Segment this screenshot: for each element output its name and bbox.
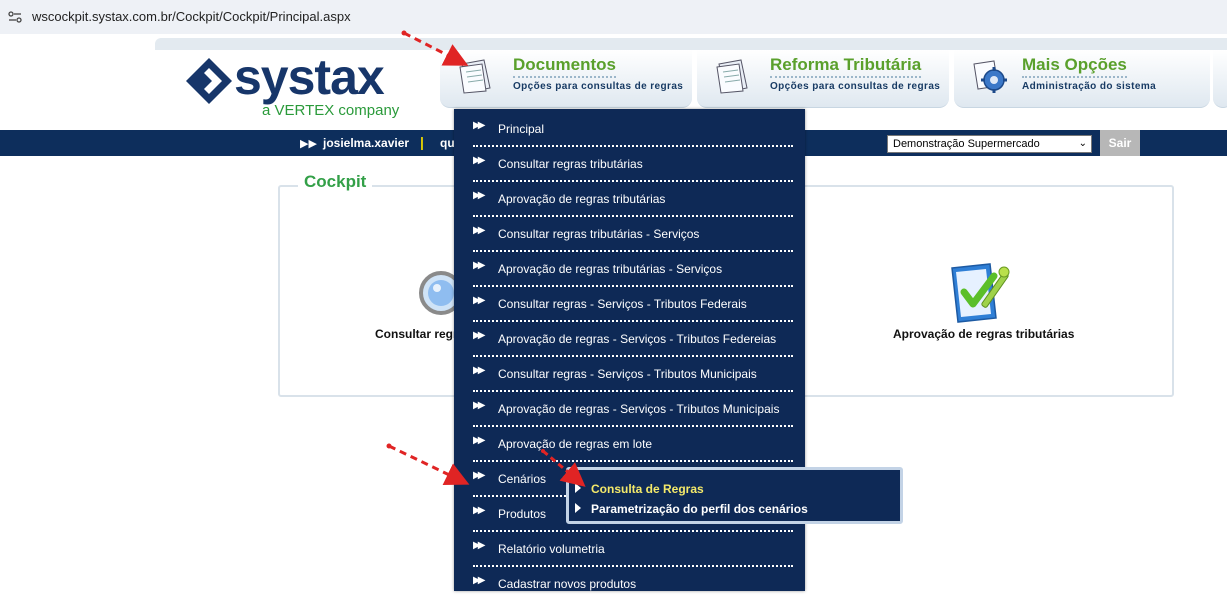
submenu-item-label: Consulta de Regras [591, 482, 704, 496]
double-arrow-icon: ▶▶ [473, 295, 486, 306]
company-select[interactable]: Demonstração Supermercado ⌄ [887, 135, 1092, 153]
logout-button[interactable]: Sair [1100, 130, 1140, 156]
tab-reforma-tributaria[interactable]: Reforma Tributária Opções para consultas… [697, 50, 949, 108]
username[interactable]: josielma.xavier [323, 136, 409, 150]
double-arrow-icon: ▶▶ [473, 400, 486, 411]
submenu-item-parametrizacao[interactable]: Parametrização do perfil dos cenários [575, 502, 808, 516]
double-arrow-icon: ▶▶ [473, 155, 486, 166]
tab-reforma-title: Reforma Tributária [770, 55, 922, 78]
tab-mais-opcoes-title: Mais Opções [1022, 55, 1127, 78]
gear-icon [973, 60, 1007, 93]
tab-documentos-title: Documentos [513, 55, 616, 78]
menu-item-aprovacao-federais[interactable]: ▶▶ Aprovação de regras - Serviços - Tribu… [473, 327, 793, 357]
double-arrow-icon: ▶▶ [300, 138, 317, 150]
tab-mais-opcoes[interactable]: Mais Opções Administração do sistema [954, 50, 1210, 108]
menu-item-label: Aprovação de regras tributárias - Serviç… [498, 262, 723, 276]
panel-title: Cockpit [298, 172, 373, 192]
double-arrow-icon: ▶▶ [473, 260, 486, 271]
logo-subtitle: a VERTEX company [262, 102, 400, 119]
menu-item-label: Aprovação de regras - Serviços - Tributo… [498, 332, 777, 346]
menu-item-label: Principal [498, 122, 545, 136]
menu-item-label: Produtos [498, 507, 547, 521]
logo-wordmark: systax [234, 49, 385, 105]
card-consultar-regras-label[interactable]: Consultar regr [375, 327, 458, 341]
double-arrow-icon: ▶▶ [473, 470, 486, 481]
menu-item-principal[interactable]: ▶▶ Principal [473, 117, 793, 147]
menu-item-label: Aprovação de regras em lote [498, 437, 653, 451]
tab-documentos[interactable]: Documentos Opções para consultas de regr… [440, 50, 692, 108]
menu-item-aprovacao-lote[interactable]: ▶▶ Aprovação de regras em lote [473, 432, 793, 462]
menu-item-consultar-servicos[interactable]: ▶▶ Consultar regras tributárias - Serviço… [473, 222, 793, 252]
systax-logo[interactable]: systax a VERTEX company [180, 49, 400, 122]
double-arrow-icon: ▶▶ [473, 190, 486, 201]
menu-item-consultar-federais[interactable]: ▶▶ Consultar regras - Serviços - Tributos… [473, 292, 793, 322]
triangle-right-icon [575, 503, 581, 513]
menu-item-aprovacao-municipais[interactable]: ▶▶ Aprovação de regras - Serviços - Tribu… [473, 397, 793, 427]
double-arrow-icon: ▶▶ [473, 505, 486, 516]
menu-item-aprovacao-servicos[interactable]: ▶▶ Aprovação de regras tributárias - Serv… [473, 257, 793, 287]
menu-item-label: Aprovação de regras tributárias [498, 192, 666, 206]
documents-icon [459, 59, 491, 94]
tab-mais-opcoes-subtitle: Administração do sistema [1022, 81, 1157, 92]
annotation-arrow [386, 443, 470, 486]
menu-item-label: Aprovação de regras - Serviços - Tributo… [498, 402, 780, 416]
navbar-link-truncated[interactable]: qu [440, 136, 455, 150]
menu-item-label: Cenários [498, 472, 547, 486]
double-arrow-icon: ▶▶ [473, 575, 486, 586]
address-bar[interactable]: wscockpit.systax.com.br/Cockpit/Cockpit/… [0, 0, 1227, 34]
double-arrow-icon: ▶▶ [473, 540, 486, 551]
menu-item-label: Consultar regras tributárias [498, 157, 643, 171]
tab-partial[interactable] [1213, 50, 1227, 108]
menu-item-consultar-regras[interactable]: ▶▶ Consultar regras tributárias [473, 152, 793, 182]
tab-documentos-subtitle: Opções para consultas de regras [513, 81, 684, 92]
submenu-item-label: Parametrização do perfil dos cenários [591, 502, 808, 516]
menu-item-aprovacao-regras[interactable]: ▶▶ Aprovação de regras tributárias [473, 187, 793, 217]
approval-check-icon[interactable] [946, 262, 1012, 324]
site-settings-icon[interactable] [8, 10, 22, 24]
navbar-separator: | [420, 134, 424, 150]
systax-mark-icon [186, 58, 232, 104]
cenarios-submenu: Consulta de Regras Parametrização do per… [566, 467, 903, 524]
menu-item-label: Consultar regras - Serviços - Tributos M… [498, 367, 757, 381]
menu-item-label: Consultar regras - Serviços - Tributos F… [498, 297, 747, 311]
card-aprovacao-label[interactable]: Aprovação de regras tributárias [893, 327, 1074, 341]
double-arrow-icon: ▶▶ [473, 225, 486, 236]
double-arrow-icon: ▶▶ [473, 365, 486, 376]
menu-item-cadastrar-produtos[interactable]: ▶▶ Cadastrar novos produtos [473, 572, 793, 602]
documents-icon [716, 59, 748, 94]
double-arrow-icon: ▶▶ [473, 330, 486, 341]
menu-item-label: Consultar regras tributárias - Serviços [498, 227, 700, 241]
company-select-value: Demonstração Supermercado [893, 138, 1040, 150]
menu-item-label: Relatório volumetria [498, 542, 605, 556]
submenu-item-consulta-regras[interactable]: Consulta de Regras [575, 482, 704, 496]
tab-reforma-subtitle: Opções para consultas de regras [770, 81, 941, 92]
double-arrow-icon: ▶▶ [473, 435, 486, 446]
menu-item-consultar-municipais[interactable]: ▶▶ Consultar regras - Serviços - Tributos… [473, 362, 793, 392]
triangle-right-icon [575, 483, 581, 493]
menu-item-label: Cadastrar novos produtos [498, 577, 637, 591]
menu-item-relatorio-volumetria[interactable]: ▶▶ Relatório volumetria [473, 537, 793, 567]
chevron-down-icon: ⌄ [1078, 138, 1087, 149]
url-text[interactable]: wscockpit.systax.com.br/Cockpit/Cockpit/… [32, 9, 351, 24]
double-arrow-icon: ▶▶ [473, 120, 486, 131]
